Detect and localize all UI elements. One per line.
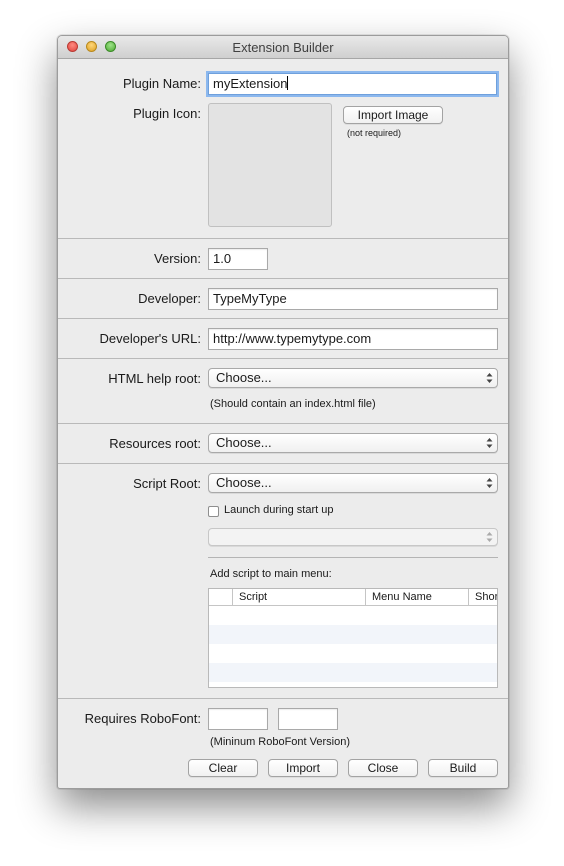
main-menu-label: Add script to main menu:: [210, 568, 332, 580]
import-button[interactable]: Import: [268, 759, 338, 777]
table-row[interactable]: [209, 625, 497, 644]
title-bar[interactable]: Extension Builder: [58, 36, 508, 59]
separator: [58, 278, 508, 279]
developer-input[interactable]: TypeMyType: [208, 288, 498, 310]
max-robofont-version-input[interactable]: [278, 708, 338, 730]
version-input[interactable]: 1.0: [208, 248, 268, 270]
script-root-selected: Choose...: [216, 475, 272, 490]
column-header-menu-name[interactable]: Menu Name: [365, 589, 468, 605]
clear-button[interactable]: Clear: [188, 759, 258, 777]
updown-arrows-icon: [486, 478, 493, 488]
plugin-name-label: Plugin Name:: [122, 76, 201, 91]
resources-root-selected: Choose...: [216, 435, 272, 450]
html-help-root-note: (Should contain an index.html file): [210, 398, 376, 410]
updown-arrows-icon: [486, 532, 493, 542]
plugin-icon-label: Plugin Icon:: [133, 106, 201, 121]
script-root-popup[interactable]: Choose...: [208, 473, 498, 493]
plugin-name-input[interactable]: myExtension: [208, 73, 497, 95]
script-root-label: Script Root:: [133, 476, 201, 491]
separator: [58, 423, 508, 424]
main-menu-scripts-table[interactable]: Script Menu Name Shor: [208, 588, 498, 688]
launch-at-startup-checkbox[interactable]: [208, 506, 219, 517]
html-help-root-label: HTML help root:: [108, 371, 201, 386]
separator: [58, 318, 508, 319]
script-section-divider: [208, 557, 498, 558]
column-header-checkbox[interactable]: [209, 589, 232, 605]
separator: [58, 698, 508, 699]
launch-at-startup-label[interactable]: Launch during start up: [224, 504, 333, 516]
developer-url-input[interactable]: http://www.typemytype.com: [208, 328, 498, 350]
min-robofont-version-input[interactable]: [208, 708, 268, 730]
close-button[interactable]: Close: [348, 759, 418, 777]
plugin-icon-note: (not required): [347, 128, 402, 138]
table-header: Script Menu Name Shor: [209, 589, 497, 606]
version-label: Version:: [154, 251, 201, 266]
column-header-script[interactable]: Script: [232, 589, 365, 605]
text-caret: [287, 76, 289, 90]
html-help-root-selected: Choose...: [216, 370, 272, 385]
plugin-icon-well[interactable]: [208, 103, 332, 227]
extension-builder-window: Extension Builder Plugin Name: myExtensi…: [57, 35, 509, 789]
import-image-button[interactable]: Import Image: [343, 106, 443, 124]
resources-root-label: Resources root:: [109, 436, 201, 451]
separator: [58, 238, 508, 239]
build-button[interactable]: Build: [428, 759, 498, 777]
plugin-name-value: myExtension: [213, 76, 288, 91]
requires-robofont-label: Requires RoboFont:: [84, 711, 201, 726]
requires-robofont-note: (Mininum RoboFont Version): [210, 736, 351, 748]
separator: [58, 463, 508, 464]
resources-root-popup[interactable]: Choose...: [208, 433, 498, 453]
launch-script-popup[interactable]: [208, 528, 498, 546]
table-row[interactable]: [209, 606, 497, 625]
updown-arrows-icon: [486, 438, 493, 448]
column-header-shortcut[interactable]: Shor: [468, 589, 497, 605]
updown-arrows-icon: [486, 373, 493, 383]
developer-url-label: Developer's URL:: [99, 331, 201, 346]
html-help-root-popup[interactable]: Choose...: [208, 368, 498, 388]
window-title: Extension Builder: [232, 40, 334, 55]
developer-label: Developer:: [138, 291, 201, 306]
table-row[interactable]: [209, 663, 497, 682]
separator: [58, 358, 508, 359]
table-row[interactable]: [209, 644, 497, 663]
